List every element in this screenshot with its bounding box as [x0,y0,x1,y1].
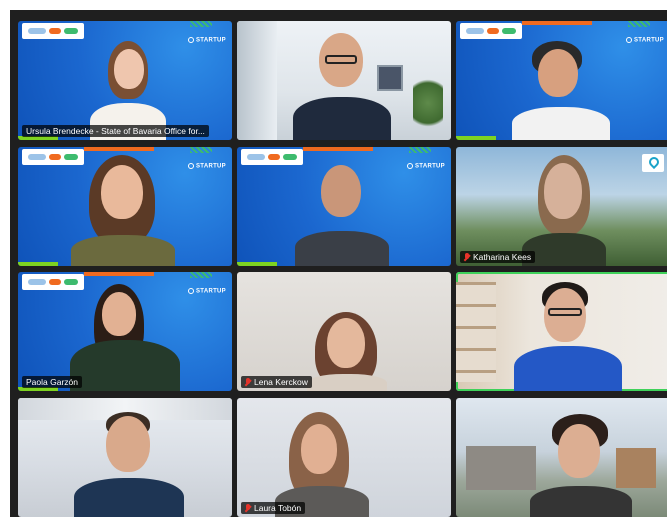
mic-muted-icon [464,253,470,261]
participant-video [287,165,397,266]
brand-bar [303,147,373,151]
mic-muted-icon [245,378,251,386]
participant-tile[interactable]: STARTUP Paola Garzón [18,272,232,391]
participant-tile[interactable]: STARTUP [18,147,232,266]
brand-bar [456,136,496,140]
brand-bar [18,262,58,266]
participant-name-label: Lena Kerckow [254,377,308,387]
startup-logo: STARTUP [626,37,664,44]
participant-tile[interactable]: STARTUP [456,21,667,140]
startup-logo: STARTUP [188,288,226,295]
decor-stripe [190,147,212,153]
participant-video [514,155,614,266]
participant-name: Lena Kerckow [241,376,312,388]
video-gallery: STARTUP Ursula Brendecke - State of Bava… [10,10,667,517]
bookshelf [456,282,496,382]
brand-bar [84,272,154,276]
participant-tile[interactable]: Katharina Kees [456,147,667,266]
decor-stripe [409,147,431,153]
participant-video [287,33,397,140]
participant-name: Laura Tobón [241,502,306,514]
event-logo [241,149,303,165]
participant-tile[interactable]: Laura Tobón [237,398,451,517]
window-light [237,21,277,140]
brand-bar [84,147,154,151]
event-logo [22,23,84,39]
startup-logo: STARTUP [188,37,226,44]
participant-tile[interactable]: Lena Kerckow [237,272,451,391]
location-pin-icon [642,154,664,172]
decor-stripe [190,272,212,278]
participant-name: Ursula Brendecke - State of Bavaria Offi… [22,125,209,137]
brand-bar [522,21,592,25]
participant-name-label: Katharina Kees [473,252,532,262]
participant-tile[interactable]: STARTUP Ursula Brendecke - State of Bava… [18,21,232,140]
participant-tile[interactable] [18,398,232,517]
decor-stripe [628,21,650,27]
participant-video [526,414,636,517]
startup-logo: STARTUP [407,163,445,170]
participant-tile[interactable] [237,21,451,140]
participant-video [506,282,626,391]
brand-bar [237,262,277,266]
participant-name: Paola Garzón [22,376,82,388]
participant-name-label: Laura Tobón [254,503,302,513]
participant-video [297,312,397,391]
participant-video [58,284,188,391]
participant-video [68,412,188,517]
participant-video [63,155,183,266]
participant-tile[interactable]: STARTUP [237,147,451,266]
decor-stripe [190,21,212,27]
participant-tile[interactable] [456,398,667,517]
participant-video [506,41,616,140]
mic-muted-icon [245,504,251,512]
participant-name: Katharina Kees [460,251,536,263]
plant [413,73,443,133]
event-logo [460,23,522,39]
startup-logo: STARTUP [188,163,226,170]
participant-tile-active-speaker[interactable] [456,272,667,391]
